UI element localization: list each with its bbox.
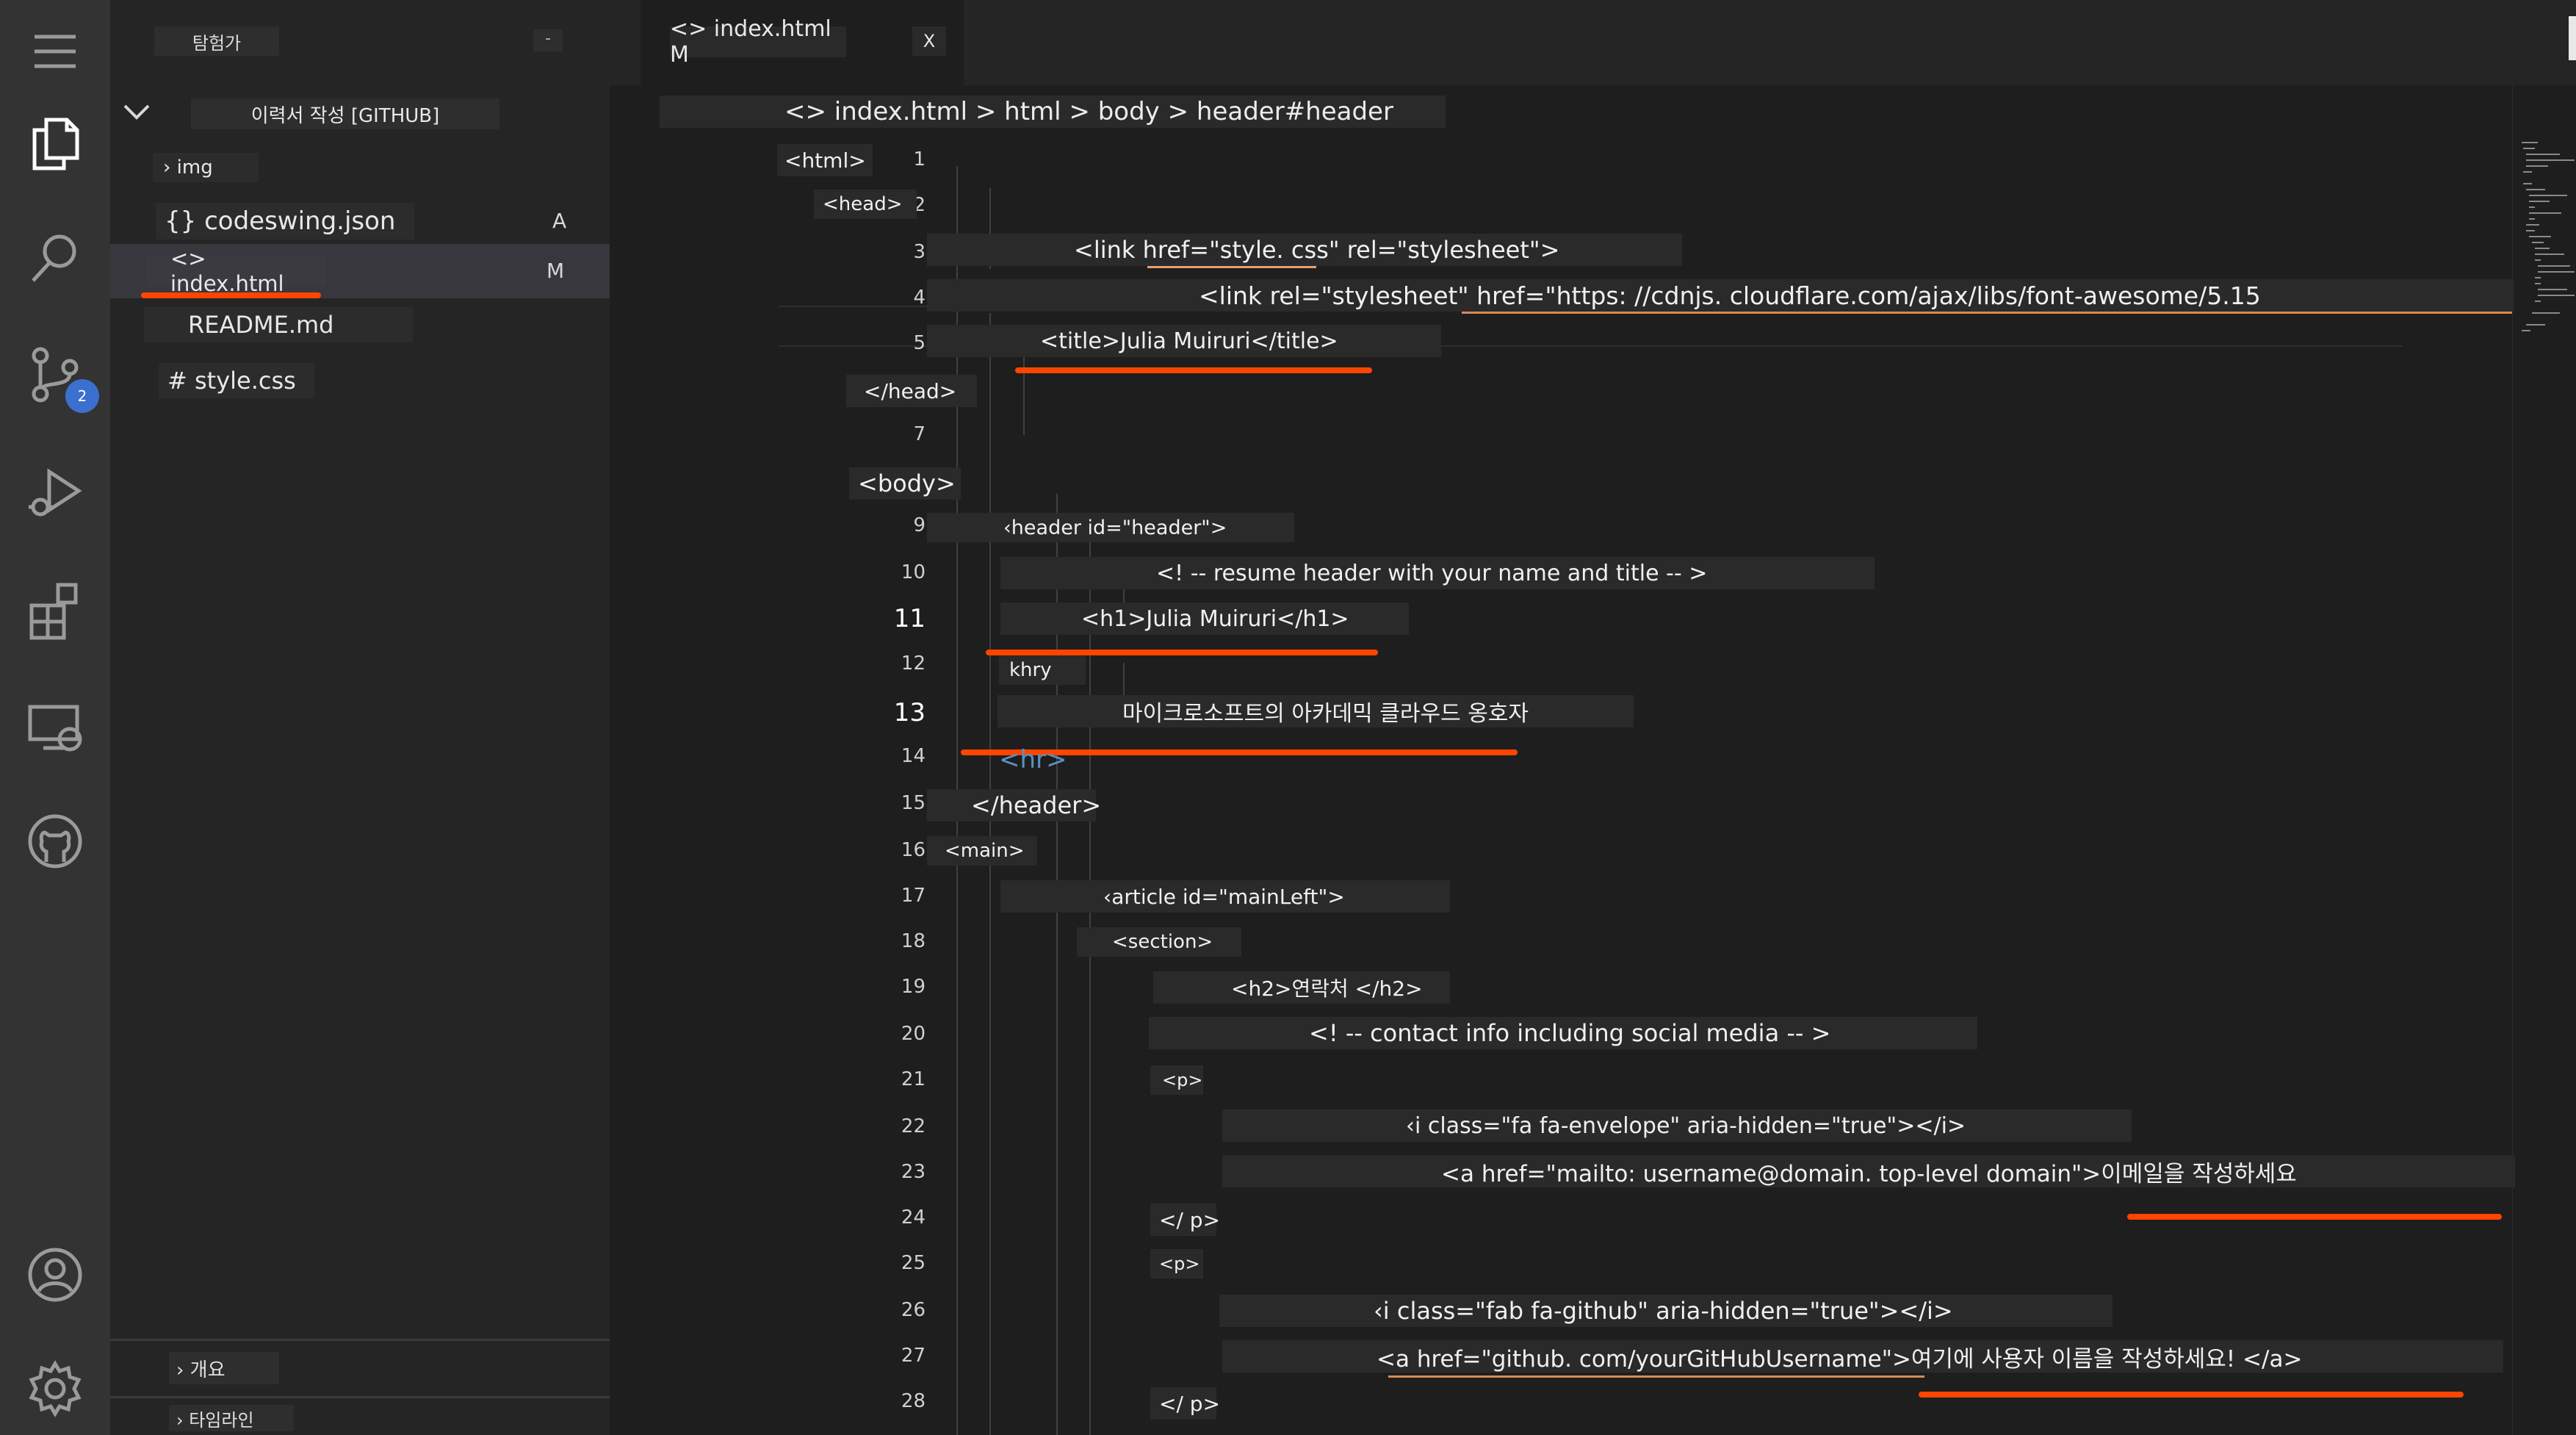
code-line[interactable]: 마이크로소프트의 아카데믹 클라우드 옹호자 <box>997 695 1634 727</box>
code-line[interactable]: <main> <box>927 836 1037 866</box>
extensions-icon[interactable] <box>18 573 92 647</box>
line-number: 24 <box>901 1206 926 1229</box>
section-divider <box>110 1339 610 1341</box>
line-number: 9 <box>913 514 926 536</box>
line-number-active: 11 <box>893 604 926 633</box>
h1-highlight-underline <box>986 650 1378 655</box>
github-icon[interactable] <box>18 805 92 878</box>
tree-folder-img[interactable]: › img <box>153 153 259 182</box>
code-line[interactable]: <title>Julia Muiruri</title> <box>927 325 1441 357</box>
code-line[interactable]: <link href="style. css" rel="stylesheet"… <box>927 234 1682 266</box>
code-line[interactable]: <a href="github. com/yourGitHubUsername"… <box>1222 1340 2503 1373</box>
code-line[interactable]: ‹i class="fa fa-envelope" aria-hidden="t… <box>1222 1109 2132 1142</box>
code-line[interactable]: <link rel="stylesheet" href="https: //cd… <box>927 279 2514 312</box>
breadcrumb[interactable]: <> index.html > html > body > header#hea… <box>660 96 1446 128</box>
outline-section-header[interactable]: › 개요 <box>169 1352 279 1384</box>
remote-explorer-icon[interactable] <box>18 691 92 764</box>
code-line[interactable]: ‹i class="fab fa-github" aria-hidden="tr… <box>1219 1295 2113 1327</box>
line-number: 27 <box>901 1345 926 1367</box>
line-number: 22 <box>901 1115 926 1137</box>
sidebar-title: 탐험가 <box>154 26 279 56</box>
code-line-hr[interactable]: <hr> <box>999 745 1067 774</box>
line-number: 21 <box>901 1068 926 1090</box>
code-line[interactable]: ‹article id="mainLeft"> <box>1000 880 1450 913</box>
line-number: 3 <box>913 241 926 263</box>
activity-bar: 2 <box>0 0 110 1435</box>
source-control-icon[interactable]: 2 <box>18 338 99 413</box>
line-number: 26 <box>901 1299 926 1321</box>
file-status-modified: M <box>546 259 565 283</box>
file-status-added: A <box>552 209 567 233</box>
code-line[interactable]: ‹header id="header"> <box>927 513 1294 542</box>
code-editor[interactable]: <> index.html > html > body > header#hea… <box>610 85 2576 1435</box>
line-number: 14 <box>901 745 926 767</box>
tree-file-index-html[interactable]: <> index.html <box>147 246 326 296</box>
tree-file-style-css[interactable]: # style.css <box>159 363 314 398</box>
tab-label[interactable]: <> index.html M <box>670 16 846 68</box>
line-number: 18 <box>901 930 926 952</box>
code-line[interactable]: <p> <box>1150 1065 1203 1095</box>
code-line[interactable]: <! -- contact info including social medi… <box>1149 1017 1977 1049</box>
code-line[interactable]: <! -- resume header with your name and t… <box>1000 557 1875 589</box>
code-line[interactable]: </head> <box>846 375 977 407</box>
timeline-section-header[interactable]: › 타임라인 <box>169 1405 294 1431</box>
code-line[interactable]: <p> <box>1150 1249 1203 1278</box>
code-line[interactable]: </header> <box>927 789 1101 821</box>
code-line[interactable]: <h1>Julia Muiruri</h1> <box>1000 603 1409 635</box>
code-line[interactable]: </ p> <box>1150 1204 1220 1236</box>
layout-edge <box>2569 16 2576 60</box>
line-number: 20 <box>901 1023 926 1045</box>
line-number: 25 <box>901 1252 926 1274</box>
code-line[interactable]: </ p> <box>1150 1387 1220 1420</box>
search-icon[interactable] <box>18 220 92 294</box>
code-line[interactable]: <body> <box>849 467 961 500</box>
line-number: 12 <box>901 652 926 675</box>
line-number: 17 <box>901 885 926 907</box>
href-underline <box>1388 1375 1924 1378</box>
tab-index-html[interactable]: <> index.html M X <box>641 0 964 85</box>
minimap[interactable] <box>2516 137 2576 489</box>
line-number: 19 <box>901 976 926 998</box>
email-highlight-underline <box>2127 1214 2502 1220</box>
more-actions-icon[interactable]: - <box>533 29 563 51</box>
href-underline <box>1462 312 2512 314</box>
tree-file-codeswing[interactable]: {} codeswing.json <box>156 203 414 240</box>
username-highlight-underline <box>1919 1392 2464 1398</box>
line-number: 7 <box>913 423 926 445</box>
code-line[interactable]: <section> <box>1077 927 1241 957</box>
title-highlight-underline <box>1015 367 1372 373</box>
chevron-down-icon[interactable] <box>120 96 153 128</box>
line-number: 28 <box>901 1390 926 1412</box>
settings-gear-icon[interactable] <box>18 1352 92 1425</box>
workspace-folder-title[interactable]: 이력서 작성 [GITHUB] <box>191 98 499 129</box>
code-line[interactable]: <a href="mailto: username@domain. top-le… <box>1222 1155 2515 1187</box>
line-number: 5 <box>913 332 926 354</box>
source-control-badge: 2 <box>65 379 99 413</box>
close-icon[interactable]: X <box>912 26 946 56</box>
section-divider <box>110 1396 610 1398</box>
account-icon[interactable] <box>18 1238 92 1312</box>
explorer-icon[interactable] <box>18 107 92 180</box>
code-line[interactable]: <html> <box>777 144 873 176</box>
run-debug-icon[interactable] <box>18 456 92 529</box>
code-line[interactable]: khry <box>999 655 1086 685</box>
indent-guide <box>1056 494 1058 1435</box>
code-line[interactable]: <head> <box>814 190 917 219</box>
code-line[interactable]: <h2>연락처 </h2> <box>1153 971 1450 1004</box>
line-number-active: 13 <box>893 698 926 727</box>
line-number: 15 <box>901 792 926 814</box>
line-number: 16 <box>901 839 926 861</box>
tree-file-readme[interactable]: README.md <box>144 307 413 342</box>
index-html-highlight-underline <box>141 292 321 298</box>
line-number: 4 <box>913 287 926 309</box>
explorer-sidebar: 탐험가 - 이력서 작성 [GITHUB] › img {} codeswing… <box>110 0 610 1435</box>
line-number: 10 <box>901 561 926 583</box>
editor-tab-bar: <> index.html M X <box>610 0 2576 85</box>
menu-icon[interactable] <box>18 15 92 88</box>
href-underline <box>1147 266 1316 268</box>
indent-guide <box>989 313 991 1435</box>
line-number: 23 <box>901 1161 926 1183</box>
